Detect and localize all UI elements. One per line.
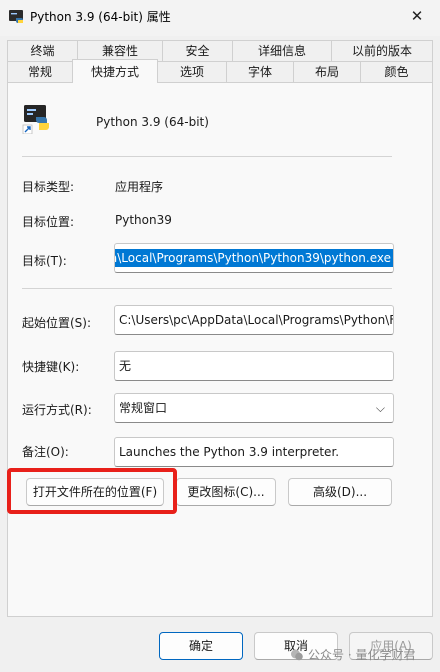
ok-button[interactable]: 确定 — [159, 632, 243, 660]
tab-font[interactable]: 字体 — [226, 61, 294, 83]
title-bar: Python 3.9 (64-bit) 属性 ✕ — [0, 0, 440, 36]
change-icon-button[interactable]: 更改图标(C)... — [176, 478, 276, 506]
tab-general[interactable]: 常规 — [7, 61, 73, 83]
separator — [22, 156, 392, 157]
target-input[interactable]: a\Local\Programs\Python\Python39\python.… — [114, 243, 394, 273]
run-select[interactable]: 常规窗口 ⌵ — [114, 393, 394, 423]
python-shortcut-icon — [22, 105, 49, 134]
target-type-value: 应用程序 — [115, 180, 164, 194]
hotkey-label: 快捷键(K): — [22, 360, 80, 374]
tab-terminal[interactable]: 终端 — [7, 40, 78, 62]
target-location-value: Python39 — [115, 213, 172, 227]
target-type-label: 目标类型: — [22, 180, 75, 194]
close-icon: ✕ — [410, 7, 424, 25]
start-in-input[interactable]: C:\Users\pc\AppData\Local\Programs\Pytho… — [114, 305, 394, 335]
separator — [22, 288, 392, 289]
tab-colors[interactable]: 颜色 — [360, 61, 433, 83]
red-highlight-box — [7, 468, 177, 514]
hotkey-input[interactable]: 无 — [114, 351, 394, 381]
wechat-icon — [291, 649, 303, 660]
python-app-icon — [9, 10, 23, 23]
close-button[interactable]: ✕ — [394, 0, 440, 32]
shortcut-name: Python 3.9 (64-bit) — [96, 115, 209, 129]
shortcut-panel — [7, 82, 433, 617]
run-label: 运行方式(R): — [22, 403, 92, 417]
target-selected-text: a\Local\Programs\Python\Python39\python.… — [115, 249, 393, 267]
chevron-down-icon: ⌵ — [375, 401, 385, 415]
comment-input[interactable]: Launches the Python 3.9 interpreter. — [114, 437, 394, 467]
tab-previous-versions[interactable]: 以前的版本 — [331, 40, 433, 62]
tab-layout[interactable]: 布局 — [293, 61, 361, 83]
watermark-text: 公众号 · 量化学财君 — [308, 648, 416, 662]
target-label: 目标(T): — [22, 254, 67, 268]
tab-details[interactable]: 详细信息 — [232, 40, 332, 62]
watermark: 公众号 · 量化学财君 — [290, 646, 415, 663]
tab-shortcut[interactable]: 快捷方式 — [72, 59, 158, 83]
run-select-value: 常规窗口 — [119, 401, 168, 415]
tab-row-front: 常规 快捷方式 选项 字体 布局 颜色 — [7, 59, 433, 83]
start-in-label: 起始位置(S): — [22, 316, 92, 330]
tab-security[interactable]: 安全 — [162, 40, 233, 62]
tab-options[interactable]: 选项 — [157, 61, 227, 83]
comment-label: 备注(O): — [22, 445, 69, 459]
window-title: Python 3.9 (64-bit) 属性 — [30, 10, 171, 24]
advanced-button[interactable]: 高级(D)... — [288, 478, 392, 506]
tab-row-back: 终端 兼容性 安全 详细信息 以前的版本 — [7, 40, 433, 62]
target-location-label: 目标位置: — [22, 215, 75, 229]
